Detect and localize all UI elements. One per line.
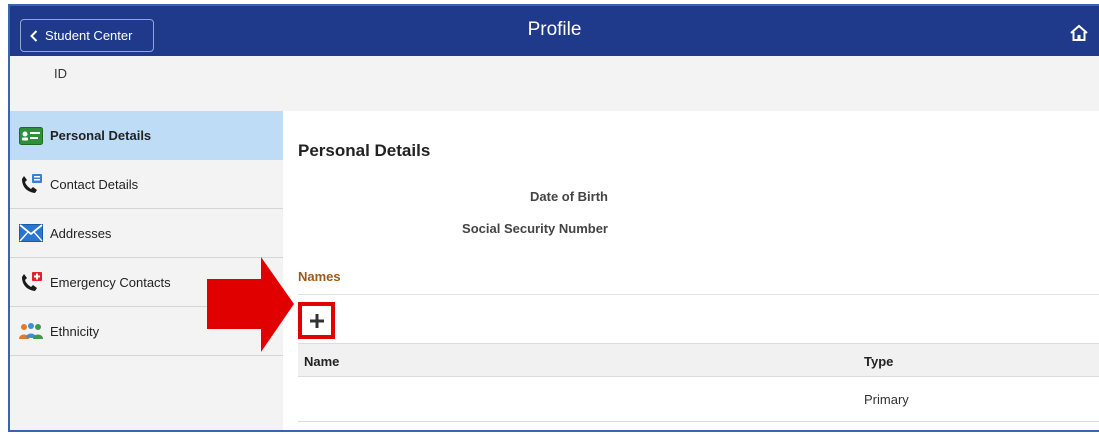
envelope-icon	[18, 222, 44, 244]
sidebar-item-personal-details[interactable]: Personal Details	[10, 111, 283, 160]
phone-contact-icon	[18, 173, 44, 195]
app-frame: Student Center Profile ID Personal Detai…	[8, 4, 1099, 432]
sidebar-item-label: Personal Details	[50, 128, 152, 143]
sidebar-item-addresses[interactable]: Addresses	[10, 209, 283, 258]
home-icon[interactable]	[1069, 24, 1089, 42]
column-header-name: Name	[304, 354, 340, 369]
personal-card-icon	[18, 125, 44, 147]
table-row[interactable]: Primary	[298, 377, 1099, 422]
sidebar-item-contact-details[interactable]: Contact Details	[10, 160, 283, 209]
ssn-label: Social Security Number	[462, 221, 608, 236]
sidebar-item-label: Addresses	[50, 225, 112, 241]
date-of-birth-label: Date of Birth	[530, 189, 608, 204]
id-label: ID	[54, 66, 67, 81]
names-heading: Names	[298, 269, 341, 284]
divider	[298, 294, 1099, 295]
emergency-phone-icon	[18, 271, 44, 293]
page-title: Profile	[527, 19, 582, 40]
section-title: Personal Details	[298, 141, 431, 160]
type-cell: Primary	[864, 392, 909, 407]
people-icon	[18, 320, 44, 342]
header-bar: Student Center Profile	[10, 6, 1099, 56]
column-header-type: Type	[864, 354, 894, 369]
sidebar-item-label: Contact Details	[50, 176, 139, 192]
sidebar-item-label: Ethnicity	[50, 323, 100, 339]
plus-icon	[309, 313, 324, 328]
add-name-button[interactable]	[298, 302, 335, 339]
sidebar-item-label: Emergency Contacts	[50, 274, 171, 290]
id-row: ID	[10, 56, 1099, 111]
names-table-header: Name Type	[298, 343, 1099, 377]
red-arrow-annotation	[207, 257, 294, 352]
main-content: Personal Details Date of Birth Social Se…	[283, 111, 1099, 430]
